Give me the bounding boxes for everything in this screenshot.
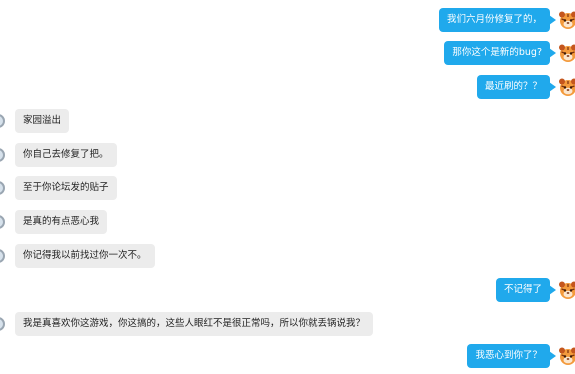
- message-row-outgoing: 我们六月份修复了的，: [438, 8, 575, 32]
- tiger-avatar-icon[interactable]: [558, 77, 575, 97]
- message-bubble-incoming[interactable]: 你记得我以前找过你一次不。: [15, 244, 155, 268]
- round-avatar-icon[interactable]: [0, 148, 5, 162]
- message-bubble-incoming[interactable]: 是真的有点恶心我: [15, 210, 108, 234]
- round-avatar-icon[interactable]: [0, 249, 5, 263]
- round-avatar-icon[interactable]: [0, 317, 5, 331]
- message-bubble-incoming[interactable]: 家园溢出: [15, 109, 70, 133]
- message-bubble-outgoing[interactable]: 不记得了: [495, 278, 557, 302]
- message-bubble-outgoing[interactable]: 我们六月份修复了的，: [438, 8, 557, 32]
- round-avatar-icon[interactable]: [0, 114, 5, 128]
- message-bubble-incoming[interactable]: 我是真喜欢你这游戏，你这搞的，这些人眼红不是很正常吗，所以你就丢锅说我？: [15, 312, 374, 336]
- message-bubble-outgoing[interactable]: 那你这个是新的bug?: [444, 41, 556, 65]
- message-bubble-outgoing[interactable]: 我恶心到你了？: [467, 344, 556, 368]
- tiger-avatar-icon[interactable]: [558, 346, 575, 366]
- tiger-avatar-icon[interactable]: [558, 43, 575, 63]
- message-bubble-outgoing[interactable]: 最近刷的？？: [476, 75, 557, 99]
- message-row-outgoing: 那你这个是新的bug?: [444, 41, 575, 65]
- message-row-incoming: 至于你论坛发的贴子: [0, 176, 117, 200]
- round-avatar-icon[interactable]: [0, 181, 5, 195]
- message-row-outgoing: 最近刷的？？: [476, 75, 575, 99]
- message-row-incoming: 你自己去修复了把。: [0, 143, 117, 167]
- tiger-avatar-icon[interactable]: [558, 10, 575, 30]
- message-row-incoming: 是真的有点恶心我: [0, 210, 108, 234]
- message-row-outgoing: 不记得了: [495, 278, 575, 302]
- message-row-incoming: 家园溢出: [0, 109, 70, 133]
- message-row-outgoing: 我恶心到你了？: [467, 344, 575, 368]
- chat-window: 我们六月份修复了的， 那你这个是新的bug? 最近刷的？？ 家园溢出 你自己去修…: [0, 0, 575, 374]
- message-row-incoming: 你记得我以前找过你一次不。: [0, 244, 155, 268]
- message-row-incoming: 我是真喜欢你这游戏，你这搞的，这些人眼红不是很正常吗，所以你就丢锅说我？: [0, 312, 374, 336]
- round-avatar-icon[interactable]: [0, 215, 5, 229]
- tiger-avatar-icon[interactable]: [558, 280, 575, 300]
- message-bubble-incoming[interactable]: 你自己去修复了把。: [15, 143, 117, 167]
- message-bubble-incoming[interactable]: 至于你论坛发的贴子: [15, 176, 117, 200]
